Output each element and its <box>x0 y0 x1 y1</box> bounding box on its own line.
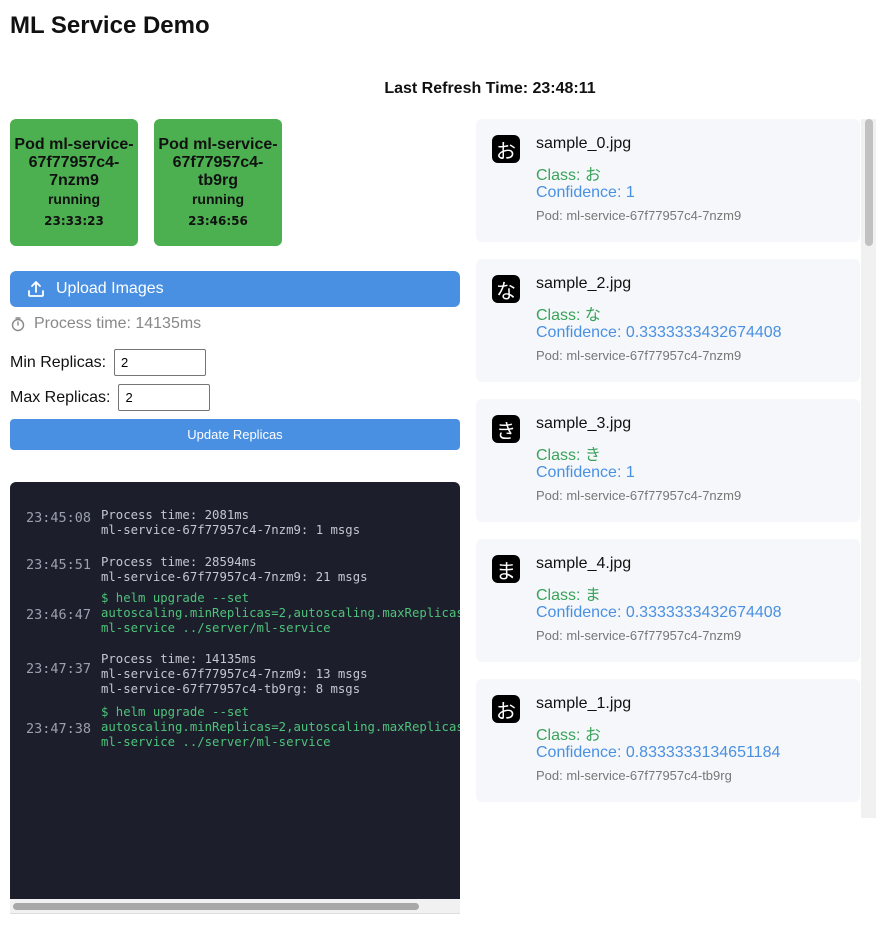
upload-icon <box>28 281 44 297</box>
min-replicas-row: Min Replicas: <box>10 349 207 376</box>
result-filename: sample_2.jpg <box>536 275 632 292</box>
results-scrollbar-thumb[interactable] <box>865 119 873 246</box>
sample-image-thumbnail: ま <box>492 555 520 583</box>
pod-status: running <box>191 191 245 207</box>
log-line: ml-service-67f77957c4-7nzm9: 21 msgs <box>101 570 368 584</box>
log-command: $ helm upgrade --set autoscaling.minRepli… <box>101 591 460 636</box>
result-card: お sample_1.jpg Class: お Confidence: 0.83… <box>476 679 860 802</box>
log-panel[interactable]: 23:45:08 Process time: 2081ms ml-service-… <box>10 482 460 913</box>
pod-start-time: 23:33:23 <box>44 214 104 228</box>
result-filename: sample_0.jpg <box>536 135 632 152</box>
min-replicas-label: Min Replicas: <box>10 353 107 371</box>
pod-card: Pod ml-service- 67f77957c4- 7nzm9 runnin… <box>10 119 138 246</box>
pod-name-line: tb9rg <box>198 172 238 189</box>
result-class: Class: お <box>536 727 601 744</box>
log-scrollbar-thumb[interactable] <box>13 903 419 910</box>
update-replicas-button[interactable]: Update Replicas <box>10 419 460 450</box>
log-line: ml-service-67f77957c4-7nzm9: 13 msgs <box>101 667 368 681</box>
result-pod: Pod: ml-service-67f77957c4-7nzm9 <box>536 208 742 223</box>
upload-images-button[interactable]: Upload Images <box>10 271 460 307</box>
sample-image-thumbnail: お <box>492 695 520 723</box>
process-time: Process time: 14135ms <box>10 315 201 333</box>
last-refresh-time: Last Refresh Time: 23:48:11 <box>384 80 596 97</box>
pod-card: Pod ml-service- 67f77957c4- tb9rg runnin… <box>154 119 282 246</box>
pod-name-line: 67f77957c4- <box>172 154 264 171</box>
result-class: Class: お <box>536 167 601 184</box>
log-line: autoscaling.minReplicas=2,autoscaling.ma… <box>101 606 460 620</box>
max-replicas-input[interactable] <box>118 384 211 411</box>
log-message: Process time: 2081ms ml-service-67f77957c… <box>101 508 360 538</box>
log-line: Process time: 14135ms <box>101 652 257 666</box>
result-card: ま sample_4.jpg Class: ま Confidence: 0.33… <box>476 539 860 662</box>
result-filename: sample_1.jpg <box>536 695 632 712</box>
max-replicas-label: Max Replicas: <box>10 388 111 406</box>
result-filename: sample_4.jpg <box>536 555 632 572</box>
pod-name-line: Pod ml-service- <box>14 136 134 153</box>
log-line: ml-service ../server/ml-service <box>101 621 331 635</box>
log-line: Process time: 2081ms <box>101 508 250 522</box>
upload-images-label: Upload Images <box>56 280 164 297</box>
log-timestamp: 23:45:08 <box>26 510 92 526</box>
stopwatch-icon <box>11 317 25 332</box>
pod-name-line: 7nzm9 <box>49 172 99 189</box>
result-filename: sample_3.jpg <box>536 415 632 432</box>
max-replicas-row: Max Replicas: <box>10 384 211 411</box>
result-card: な sample_2.jpg Class: な Confidence: 0.33… <box>476 259 860 382</box>
result-pod: Pod: ml-service-67f77957c4-7nzm9 <box>536 488 742 503</box>
pod-name-line: 67f77957c4- <box>28 154 120 171</box>
pod-name-line: Pod ml-service- <box>158 136 278 153</box>
pod-start-time: 23:46:56 <box>188 214 248 228</box>
log-timestamp: 23:47:37 <box>26 661 92 677</box>
result-class: Class: ま <box>536 587 601 604</box>
result-pod: Pod: ml-service-67f77957c4-7nzm9 <box>536 348 742 363</box>
log-line: ml-service-67f77957c4-tb9rg: 8 msgs <box>101 682 361 696</box>
log-timestamp: 23:47:38 <box>26 721 92 737</box>
result-card: お sample_0.jpg Class: お Confidence: 1 Po… <box>476 119 860 242</box>
results-list[interactable]: お sample_0.jpg Class: お Confidence: 1 Po… <box>476 119 876 818</box>
sample-image-thumbnail: き <box>492 415 520 443</box>
result-confidence: Confidence: 0.3333333432674408 <box>536 604 782 621</box>
app-title: ML Service Demo <box>10 12 210 39</box>
log-line: $ helm upgrade --set <box>101 705 250 719</box>
result-class: Class: き <box>536 447 601 464</box>
log-message: Process time: 14135ms ml-service-67f77957… <box>101 652 368 697</box>
results-vertical-scrollbar[interactable] <box>861 119 876 818</box>
log-line: autoscaling.minReplicas=2,autoscaling.ma… <box>101 720 460 734</box>
result-pod: Pod: ml-service-67f77957c4-7nzm9 <box>536 628 742 643</box>
result-confidence: Confidence: 0.8333333134651184 <box>536 744 781 761</box>
log-line: ml-service-67f77957c4-7nzm9: 1 msgs <box>101 523 361 537</box>
result-confidence: Confidence: 0.3333333432674408 <box>536 324 782 341</box>
pod-status: running <box>47 191 101 207</box>
sample-image-thumbnail: な <box>492 275 520 303</box>
result-class: Class: な <box>536 307 601 324</box>
log-horizontal-scrollbar[interactable] <box>10 899 460 914</box>
log-line: Process time: 28594ms <box>101 555 257 569</box>
log-message: Process time: 28594ms ml-service-67f77957… <box>101 555 368 585</box>
process-time-label: Process time: 14135ms <box>34 315 202 332</box>
min-replicas-input[interactable] <box>114 349 207 376</box>
log-timestamp: 23:45:51 <box>26 557 92 573</box>
result-confidence: Confidence: 1 <box>536 464 635 481</box>
sample-image-thumbnail: お <box>492 135 520 163</box>
result-card: き sample_3.jpg Class: き Confidence: 1 Po… <box>476 399 860 522</box>
log-timestamp: 23:46:47 <box>26 607 92 623</box>
result-pod: Pod: ml-service-67f77957c4-tb9rg <box>536 768 732 783</box>
log-command: $ helm upgrade --set autoscaling.minRepli… <box>101 705 460 750</box>
log-line: $ helm upgrade --set <box>101 591 250 605</box>
log-line: ml-service ../server/ml-service <box>101 735 331 749</box>
result-confidence: Confidence: 1 <box>536 184 635 201</box>
